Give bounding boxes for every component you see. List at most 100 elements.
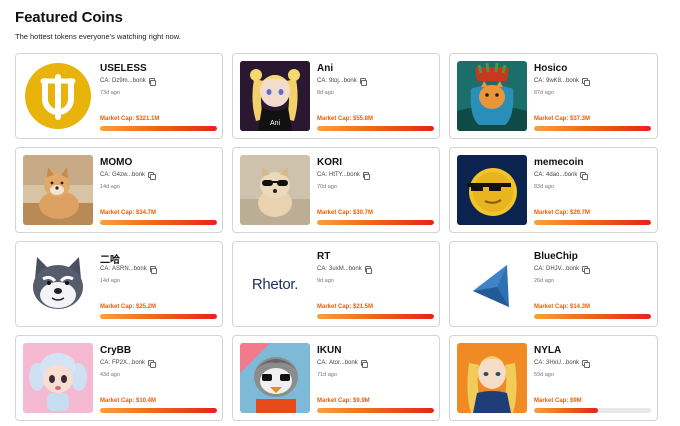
coin-card-erha[interactable]: 二哈 CA: ASRN...bonk 14d ago Market Cap: $2… bbox=[15, 241, 223, 327]
coin-card-useless[interactable]: USELESS CA: Dz9m...bonk 73d ago Market Ca… bbox=[15, 53, 223, 139]
progress-fill bbox=[317, 314, 434, 319]
coin-card-nyla[interactable]: NYLA CA: 3HxU...bonk 59d ago Market Cap: … bbox=[449, 335, 658, 421]
coin-card-momo[interactable]: MOMO CA: G4zw...bonk 14d ago Market Cap: … bbox=[15, 147, 223, 233]
copy-icon[interactable] bbox=[582, 360, 590, 368]
progress-bar bbox=[317, 314, 434, 319]
coin-age: 70d ago bbox=[317, 184, 337, 190]
copy-icon[interactable] bbox=[582, 266, 590, 274]
coin-age: 14d ago bbox=[100, 184, 120, 190]
contract-address: CA: 4dao...bonk bbox=[534, 172, 588, 180]
coin-name: USELESS bbox=[100, 63, 147, 74]
progress-bar bbox=[317, 126, 434, 131]
coin-image-erha bbox=[23, 249, 93, 319]
copy-icon[interactable] bbox=[148, 172, 156, 180]
coin-image-bluechip bbox=[457, 249, 527, 319]
progress-fill bbox=[100, 408, 217, 413]
progress-bar bbox=[100, 220, 217, 225]
progress-bar bbox=[317, 408, 434, 413]
progress-fill bbox=[317, 126, 434, 131]
rhetor-logo: Rhetor. bbox=[251, 275, 299, 293]
contract-address: CA: G4zw...bonk bbox=[100, 172, 156, 180]
progress-fill bbox=[534, 314, 651, 319]
coin-age: 59d ago bbox=[534, 372, 554, 378]
copy-icon[interactable] bbox=[149, 266, 158, 274]
coin-name: Ani bbox=[317, 63, 334, 74]
copy-icon[interactable] bbox=[359, 78, 368, 86]
coin-card-rt[interactable]: Rhetor. RT CA: 3uxM...bonk 9d ago Market … bbox=[232, 241, 440, 327]
market-cap: Market Cap: $29.7M bbox=[534, 210, 591, 216]
market-cap: Market Cap: $34.7M bbox=[100, 210, 157, 216]
progress-fill bbox=[534, 408, 599, 413]
contract-address: CA: 9toj...bonk bbox=[317, 78, 368, 86]
coin-image-kori bbox=[240, 155, 310, 225]
coin-card-hosico[interactable]: Hosico CA: 9wK8...bonk 87d ago Market Cap… bbox=[449, 53, 658, 139]
coin-card-memecoin[interactable]: memecoin CA: 4dao...bonk 83d ago Market C… bbox=[449, 147, 658, 233]
market-cap: Market Cap: $321.1M bbox=[100, 116, 160, 122]
contract-address: CA: DHJV...bonk bbox=[534, 266, 590, 274]
image-caption: Ani bbox=[269, 120, 281, 127]
market-cap: Market Cap: $10.4M bbox=[100, 398, 157, 404]
copy-icon[interactable] bbox=[364, 266, 373, 274]
coin-age: 26d ago bbox=[534, 278, 554, 284]
coin-card-ikun[interactable]: IKUN CA: Ator...bonk 71d ago Market Cap: … bbox=[232, 335, 440, 421]
contract-address: CA: FP2X...bonk bbox=[100, 360, 156, 368]
progress-fill bbox=[534, 220, 651, 225]
contract-address: CA: ASRN...bonk bbox=[100, 266, 158, 274]
market-cap: Market Cap: $25.2M bbox=[100, 304, 157, 310]
market-cap: Market Cap: $9.9M bbox=[317, 398, 370, 404]
page-subtitle: The hottest tokens everyone’s watching r… bbox=[15, 32, 181, 41]
market-cap: Market Cap: $37.3M bbox=[534, 116, 591, 122]
coin-name: memecoin bbox=[534, 157, 584, 168]
coin-name: CryBB bbox=[100, 345, 132, 356]
coin-name: KORI bbox=[317, 157, 342, 168]
coin-image-ikun bbox=[240, 343, 310, 413]
coin-card-ani[interactable]: Ani Ani CA: 9toj...bonk 8d ago Market Cap… bbox=[232, 53, 440, 139]
copy-icon[interactable] bbox=[148, 360, 156, 368]
coin-card-crybb[interactable]: CryBB CA: FP2X...bonk 43d ago Market Cap:… bbox=[15, 335, 223, 421]
progress-fill bbox=[534, 126, 651, 131]
copy-icon[interactable] bbox=[362, 172, 371, 180]
copy-icon[interactable] bbox=[360, 360, 369, 368]
coin-image-ani: Ani bbox=[240, 61, 310, 131]
progress-bar bbox=[534, 314, 651, 319]
market-cap: Market Cap: $30.7M bbox=[317, 210, 374, 216]
coin-name: MOMO bbox=[100, 157, 133, 168]
progress-bar bbox=[100, 126, 217, 131]
progress-bar bbox=[534, 220, 651, 225]
coin-image-hosico bbox=[457, 61, 527, 131]
market-cap: Market Cap: $21.5M bbox=[317, 304, 374, 310]
market-cap: Market Cap: $9M bbox=[534, 398, 582, 404]
page-title: Featured Coins bbox=[15, 9, 123, 26]
page-header: Featured Coins The hottest tokens everyo… bbox=[15, 9, 181, 41]
coin-image-nyla bbox=[457, 343, 527, 413]
coin-card-kori[interactable]: KORI CA: HtTY...bonk 70d ago Market Cap: … bbox=[232, 147, 440, 233]
coin-name: IKUN bbox=[317, 345, 342, 356]
coin-age: 43d ago bbox=[100, 372, 120, 378]
contract-address: CA: 3HxU...bonk bbox=[534, 360, 590, 368]
coin-age: 73d ago bbox=[100, 90, 120, 96]
coin-age: 8d ago bbox=[317, 90, 334, 96]
progress-bar bbox=[534, 408, 651, 413]
coin-image-rt: Rhetor. bbox=[240, 249, 310, 319]
coin-image-useless bbox=[23, 61, 93, 131]
coin-card-bluechip[interactable]: BlueChip CA: DHJV...bonk 26d ago Market C… bbox=[449, 241, 658, 327]
contract-address: CA: Ator...bonk bbox=[317, 360, 369, 368]
contract-address: CA: 9wK8...bonk bbox=[534, 78, 590, 86]
market-cap: Market Cap: $14.3M bbox=[534, 304, 591, 310]
coin-age: 9d ago bbox=[317, 278, 334, 284]
coin-name: 二哈 bbox=[100, 255, 120, 266]
coin-name: RT bbox=[317, 251, 331, 262]
copy-icon[interactable] bbox=[148, 78, 157, 86]
coin-age: 71d ago bbox=[317, 372, 337, 378]
coin-name: BlueChip bbox=[534, 251, 578, 262]
coin-age: 14d ago bbox=[100, 278, 120, 284]
coin-name: NYLA bbox=[534, 345, 562, 356]
copy-icon[interactable] bbox=[582, 78, 590, 86]
progress-bar bbox=[100, 314, 217, 319]
copy-icon[interactable] bbox=[580, 172, 588, 180]
coin-age: 87d ago bbox=[534, 90, 554, 96]
progress-bar bbox=[534, 126, 651, 131]
contract-address: CA: HtTY...bonk bbox=[317, 172, 371, 180]
coin-image-momo bbox=[23, 155, 93, 225]
coin-image-memecoin bbox=[457, 155, 527, 225]
